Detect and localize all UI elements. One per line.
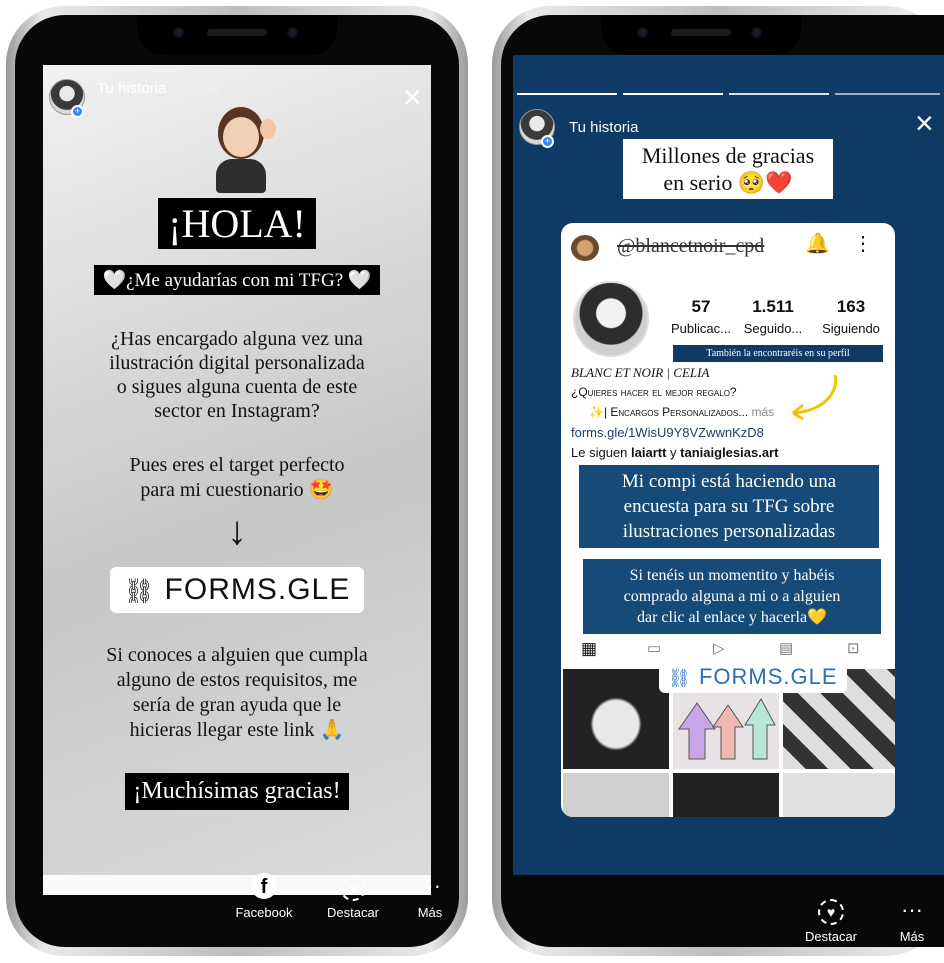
paragraph-3: Si conoces a alguien que cumpla alguno d…	[106, 644, 368, 741]
stat-following: 163 Siguiendo	[822, 297, 880, 336]
progress-bar	[729, 93, 829, 95]
sensor-icon	[287, 27, 298, 38]
reels-tab-icon[interactable]: ▷	[713, 639, 725, 657]
more-button[interactable]: ··· Más	[407, 873, 453, 920]
profile-bio-1: ¿Quieres hacer el mejor regalo?	[571, 385, 737, 399]
notch	[601, 15, 801, 55]
highlight-button[interactable]: ♥ Destacar	[313, 873, 393, 920]
tfg-subtitle: 🤍¿Me ayudarías con mi TFG? 🤍	[94, 265, 380, 295]
right-phone-frame: + Tu historia × Millones de gracias en s…	[492, 6, 944, 956]
kebab-menu-icon[interactable]: ⋮	[853, 231, 873, 256]
progress-bar	[835, 93, 940, 95]
highlight-button[interactable]: ♥ Destacar	[791, 897, 871, 944]
post-thumbnail[interactable]	[783, 773, 895, 817]
close-icon[interactable]: ×	[915, 105, 934, 142]
stat-followers: 1.511 Seguido...	[743, 297, 803, 336]
tv-tab-icon[interactable]: ▭	[647, 639, 661, 657]
notch	[137, 15, 337, 55]
link-sticker[interactable]: ⛓ FORMS.GLE	[109, 567, 365, 613]
guides-tab-icon[interactable]: ▤	[779, 639, 793, 657]
link-icon: ⛓	[668, 668, 692, 688]
paragraph-1: ¿Has encargado alguna vez una ilustració…	[109, 328, 365, 422]
story-time: 23h	[193, 80, 219, 97]
progress-bar	[517, 93, 617, 95]
bio-more-link[interactable]: más	[752, 405, 775, 419]
memoji-sticker	[208, 107, 278, 193]
speaker	[671, 29, 731, 36]
sensor-icon	[751, 27, 762, 38]
heart-circle-icon: ♥	[791, 897, 871, 925]
post-thumbnail[interactable]	[563, 669, 669, 769]
tagged-tab-icon[interactable]: ⊡	[847, 639, 860, 657]
profile-name: BLANC ET NOIR | CELIA	[571, 365, 710, 380]
link-sticker[interactable]: ⛓ FORMS.GLE	[659, 661, 847, 693]
overlay-text-2: Si tenéis un momentito y habéis comprado…	[583, 559, 881, 634]
thanks-title: Millones de gracias en serio 🥺❤️	[623, 139, 833, 199]
followed-by: Le siguen laiartt y taniaiglesias.art	[571, 445, 779, 460]
speaker	[207, 29, 267, 36]
more-dots-icon: ···	[901, 897, 923, 922]
yellow-arrow-icon	[792, 374, 838, 421]
greeting-title: ¡HOLA!	[158, 198, 316, 249]
profile-avatar-small	[571, 235, 599, 261]
pointing-arrows-icon	[678, 697, 776, 760]
facebook-button[interactable]: f Facebook	[229, 873, 299, 920]
paragraph-2: Pues eres el target perfecto para mi cue…	[129, 454, 345, 501]
more-button[interactable]: ··· Más	[889, 897, 935, 944]
left-phone-frame: + Tu historia 23h × ¡HOLA! 🤍¿Me ayudaría…	[6, 6, 468, 956]
also-on-profile-label: También la encontraréis en su perfil	[673, 345, 883, 362]
facebook-icon: f	[229, 873, 299, 899]
camera-icon	[637, 27, 648, 38]
add-story-icon[interactable]: +	[71, 105, 84, 118]
close-icon[interactable]: ×	[403, 79, 422, 116]
post-thumbnail[interactable]	[673, 773, 779, 817]
left-story-screen: + Tu historia 23h × ¡HOLA! 🤍¿Me ayudaría…	[43, 65, 431, 895]
right-story-screen: + Tu historia × Millones de gracias en s…	[513, 55, 944, 875]
heart-circle-icon: ♥	[313, 873, 393, 901]
progress-bar	[623, 93, 723, 95]
story-username[interactable]: Tu historia	[569, 119, 638, 136]
profile-bio-link[interactable]: forms.gle/1WisU9Y8VZwwnKzD8	[571, 425, 764, 440]
more-dots-icon: ···	[419, 873, 441, 898]
stat-posts: 57 Publicac...	[671, 297, 731, 336]
overlay-text-1: Mi compi está haciendo una encuesta para…	[579, 465, 879, 548]
profile-handle: @blancetnoir_cpd	[617, 235, 765, 257]
add-story-icon[interactable]: +	[541, 135, 554, 148]
camera-icon	[173, 27, 184, 38]
bell-icon[interactable]: 🔔	[805, 231, 830, 256]
thanks-banner: ¡Muchísimas gracias!	[125, 773, 349, 810]
profile-bio-2: ✨| Encargos Personalizados... más	[589, 405, 775, 419]
profile-picture	[573, 281, 649, 357]
grid-tab-icon[interactable]: ▦	[581, 639, 597, 659]
link-icon: ⛓	[123, 578, 156, 605]
story-username[interactable]: Tu historia	[97, 80, 166, 97]
post-thumbnail[interactable]	[563, 773, 669, 817]
arrow-down-icon: ↓	[227, 509, 247, 553]
